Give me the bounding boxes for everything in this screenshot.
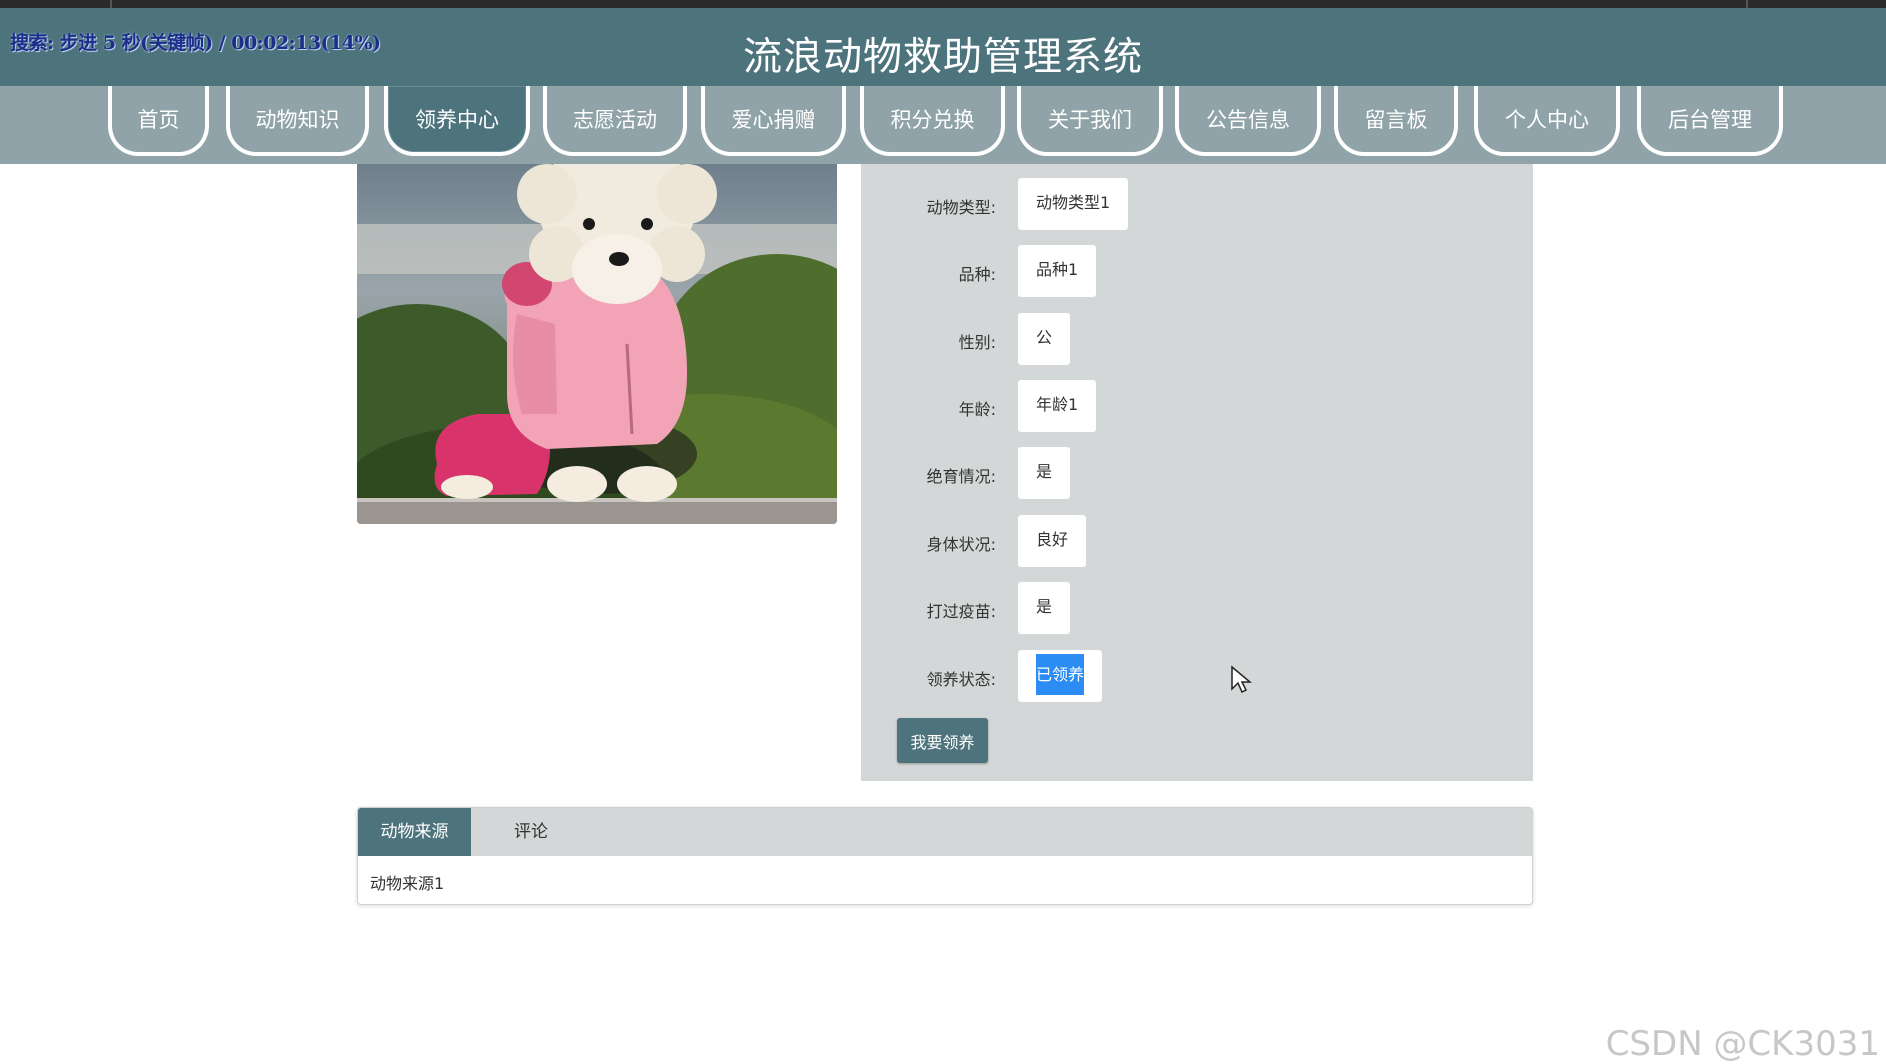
field-row-vaccinated: 打过疫苗: 是: [861, 582, 1533, 636]
poodle-image: [357, 164, 837, 524]
animal-info-panel: 动物类型: 动物类型1 品种: 品种1 性别: 公 年龄: 年龄1 绝育情况: …: [861, 164, 1533, 781]
field-row-health: 身体状况: 良好: [861, 515, 1533, 569]
strip-divider: [110, 0, 112, 8]
nav-item-personal-center[interactable]: 个人中心: [1474, 86, 1620, 156]
field-value: 良好: [1018, 515, 1087, 567]
nav-item-about[interactable]: 关于我们: [1017, 86, 1163, 156]
detail-tabs: 动物来源 评论 动物来源1: [357, 807, 1533, 905]
tab-comments[interactable]: 评论: [471, 808, 591, 856]
nav-item-adoption-center[interactable]: 领养中心: [384, 86, 530, 156]
selected-text: 已领养: [1036, 654, 1085, 695]
field-label: 年龄:: [958, 400, 996, 419]
nav-item-points-exchange[interactable]: 积分兑换: [860, 86, 1005, 156]
field-value: 公: [1018, 313, 1071, 365]
field-label: 领养状态:: [926, 670, 996, 689]
field-value: 是: [1018, 447, 1071, 499]
window-top-strip: [0, 0, 1886, 8]
mouse-cursor-icon: [1231, 665, 1252, 694]
main-nav: 首页 动物知识 领养中心 志愿活动 爱心捐赠 积分兑换 关于我们 公告信息 留言…: [0, 86, 1886, 164]
strip-divider: [1746, 0, 1748, 8]
adopt-button[interactable]: 我要领养: [897, 718, 988, 763]
animal-detail: 动物类型: 动物类型1 品种: 品种1 性别: 公 年龄: 年龄1 绝育情况: …: [0, 164, 1886, 1064]
nav-item-animal-knowledge[interactable]: 动物知识: [226, 86, 369, 156]
nav-item-volunteer[interactable]: 志愿活动: [543, 86, 687, 156]
field-label: 身体状况:: [926, 535, 996, 554]
field-value: 品种1: [1018, 245, 1097, 297]
nav-item-home[interactable]: 首页: [108, 86, 209, 156]
nav-item-admin[interactable]: 后台管理: [1637, 86, 1783, 156]
tab-bar: 动物来源 评论: [358, 808, 1532, 856]
field-row-age: 年龄: 年龄1: [861, 380, 1533, 434]
field-row-adoption-status: 领养状态: 已领养: [861, 650, 1533, 704]
field-row-animal-type: 动物类型: 动物类型1: [861, 178, 1533, 232]
nav-item-announcements[interactable]: 公告信息: [1175, 86, 1321, 156]
watermark: CSDN @CK3031: [1605, 1024, 1880, 1064]
nav-item-donation[interactable]: 爱心捐赠: [701, 86, 846, 156]
site-title: 流浪动物救助管理系统: [742, 35, 1143, 80]
animal-photo: [357, 164, 837, 524]
nav-item-message-board[interactable]: 留言板: [1334, 86, 1458, 156]
field-label: 品种:: [958, 265, 996, 284]
field-label: 绝育情况:: [926, 467, 996, 486]
site-header: 搜索: 步进 5 秒(关键帧) / 00:02:13(14%) 流浪动物救助管理…: [0, 8, 1886, 86]
field-row-gender: 性别: 公: [861, 313, 1533, 367]
field-row-neutered: 绝育情况: 是: [861, 447, 1533, 501]
field-label: 性别:: [958, 333, 996, 352]
field-row-breed: 品种: 品种1: [861, 245, 1533, 299]
field-value: 已领养: [1018, 650, 1103, 702]
tab-content: 动物来源1: [370, 874, 445, 893]
field-label: 打过疫苗:: [926, 602, 996, 621]
tab-animal-source[interactable]: 动物来源: [358, 808, 471, 856]
field-value: 年龄1: [1018, 380, 1097, 432]
field-value: 动物类型1: [1018, 178, 1129, 230]
field-label: 动物类型:: [926, 198, 996, 217]
field-value: 是: [1018, 582, 1071, 634]
